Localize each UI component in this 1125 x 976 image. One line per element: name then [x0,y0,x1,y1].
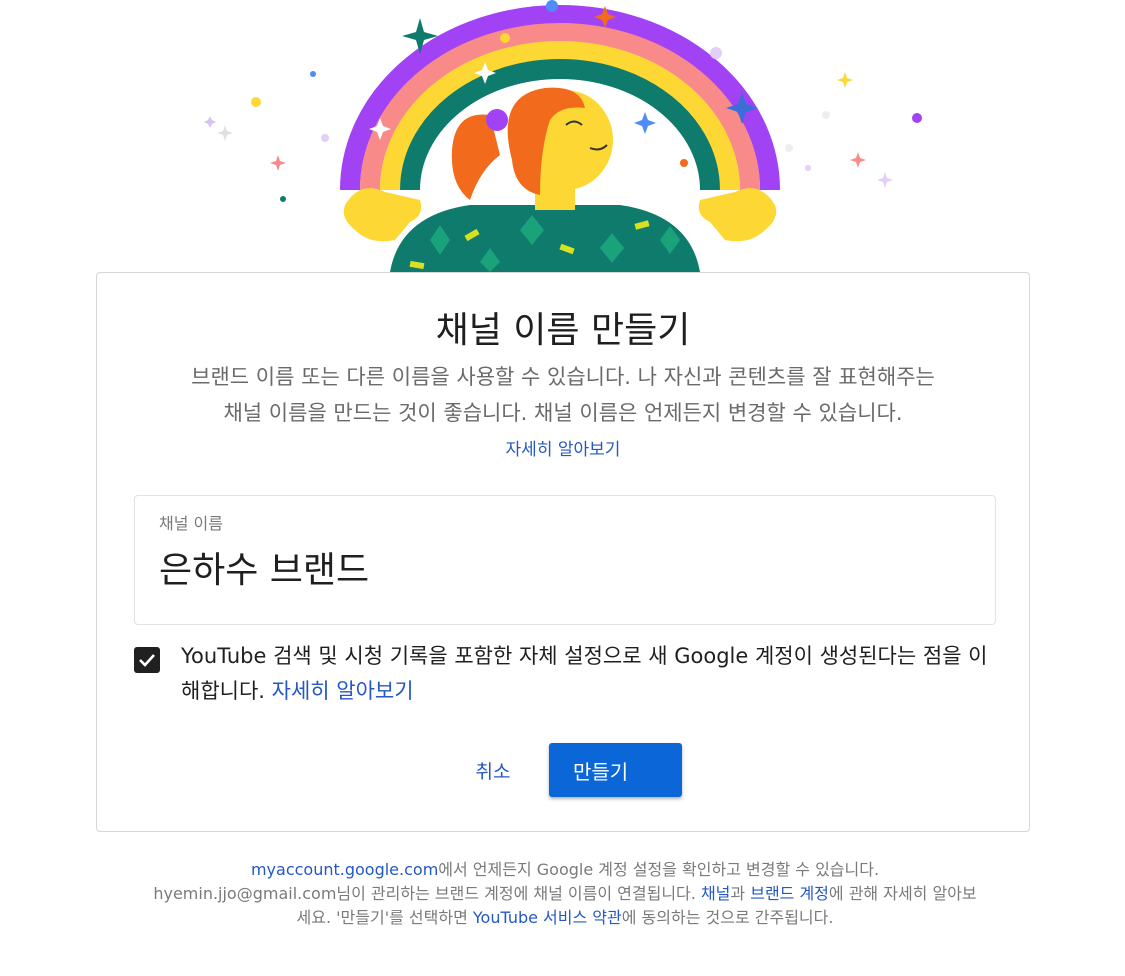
channel-name-input[interactable] [159,546,959,587]
consent-checkbox[interactable] [134,647,160,673]
footer-notice: myaccount.google.com에서 언제든지 Google 계정 설정… [150,858,980,930]
footer-line-1: myaccount.google.com에서 언제든지 Google 계정 설정… [150,858,980,882]
consent-learn-more-link[interactable]: 자세히 알아보기 [272,679,414,703]
description-line-1: 브랜드 이름 또는 다른 이름을 사용할 수 있습니다. 나 자신과 콘텐츠를 … [191,365,935,389]
footer-line-2: hyemin.jjo@gmail.com님이 관리하는 브랜드 계정에 채널 이… [150,882,980,930]
consent-text: YouTube 검색 및 시청 기록을 포함한 자체 설정으로 새 Google… [181,639,991,709]
description-line-2: 채널 이름을 만드는 것이 좋습니다. 채널 이름은 언제든지 변경할 수 있습… [223,401,903,425]
learn-more-link[interactable]: 자세히 알아보기 [97,435,1029,460]
create-channel-dialog: 채널 이름 만들기 브랜드 이름 또는 다른 이름을 사용할 수 있습니다. 나… [96,272,1030,832]
account-email: hyemin.jjo@gmail.com [153,884,337,903]
channel-name-label: 채널 이름 [159,514,223,533]
channel-name-field[interactable]: 채널 이름 [134,495,996,625]
footer-text-4: 에 동의하는 것으로 간주됩니다. [621,908,834,927]
dialog-description: 브랜드 이름 또는 다른 이름을 사용할 수 있습니다. 나 자신과 콘텐츠를 … [127,359,999,431]
checkmark-icon [139,654,155,667]
tos-link[interactable]: YouTube 서비스 약관 [473,908,622,927]
footer-text-2: 님이 관리하는 브랜드 계정에 채널 이름이 연결됩니다. [336,884,701,903]
brand-account-link[interactable]: 브랜드 계정 [750,884,829,903]
footer-text-1: 에서 언제든지 Google 계정 설정을 확인하고 변경할 수 있습니다. [438,860,880,879]
create-button[interactable]: 만들기 [549,743,682,797]
footer-text-and: 과 [730,884,751,903]
celebration-illustration [204,0,922,272]
myaccount-link[interactable]: myaccount.google.com [251,860,438,879]
dialog-title: 채널 이름 만들기 [435,310,691,351]
channel-link[interactable]: 채널 [701,884,730,903]
cancel-button[interactable]: 취소 [463,745,523,797]
